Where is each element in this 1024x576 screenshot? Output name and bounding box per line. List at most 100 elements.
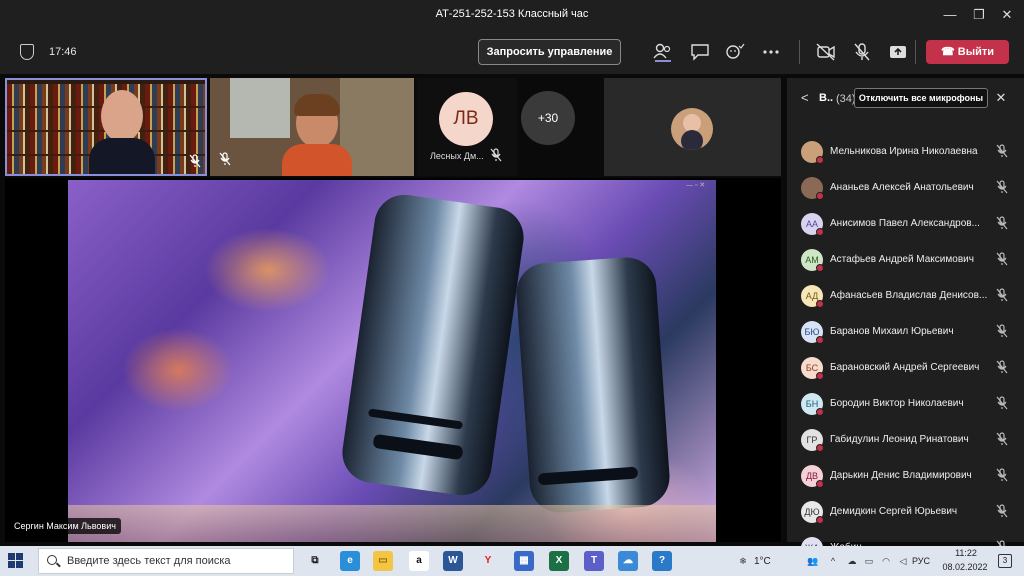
participant-row[interactable]: БС Барановский Андрей Сергеевич	[787, 350, 1024, 386]
video-window-controls[interactable]: — ▫ ✕	[686, 181, 705, 189]
mute-all-button[interactable]: Отключить все микрофоны	[854, 88, 988, 108]
presence-badge	[816, 336, 824, 344]
mic-off-icon[interactable]	[995, 288, 1009, 304]
mic-off-icon[interactable]	[995, 360, 1009, 376]
mic-off-icon[interactable]	[995, 504, 1009, 520]
participant-row[interactable]: ДВ Дарькин Денис Владимирович	[787, 458, 1024, 494]
minimize-button[interactable]: —	[940, 5, 960, 25]
word-icon[interactable]: W	[443, 551, 463, 571]
taskbar-time[interactable]: 11:22	[946, 548, 986, 558]
task-view-icon[interactable]: ⧉	[305, 551, 325, 571]
mic-off-icon[interactable]	[995, 324, 1009, 340]
store-icon[interactable]: ▦	[514, 551, 534, 571]
meeting-clock: 17:46	[49, 46, 77, 58]
weather-temperature[interactable]: 1°C	[754, 556, 771, 567]
mic-off-icon	[217, 152, 233, 168]
start-button[interactable]	[8, 553, 23, 568]
teams-icon[interactable]: T	[584, 551, 604, 571]
mic-off-icon[interactable]	[995, 432, 1009, 448]
mic-off-icon[interactable]	[995, 252, 1009, 268]
input-language[interactable]: РУС	[912, 556, 930, 566]
presenter-name-label: Сергин Максим Львович	[9, 518, 121, 534]
participant-row[interactable]: БН Бородин Виктор Николаевич	[787, 386, 1024, 422]
avatar: ЛВ	[439, 92, 493, 146]
participant-name: Бородин Виктор Николаевич	[830, 398, 964, 409]
leave-button[interactable]: ☎ Выйти	[926, 40, 1009, 64]
network-icon[interactable]: ▭	[862, 554, 876, 568]
participant-name: Габидулин Леонид Ринатович	[830, 434, 969, 445]
edge-icon[interactable]: e	[340, 551, 360, 571]
presence-badge	[816, 480, 824, 488]
shield-icon	[20, 44, 34, 60]
reactions-icon[interactable]	[724, 42, 746, 62]
presence-badge	[816, 264, 824, 272]
participant-row[interactable]: ГР Габидулин Леонид Ринатович	[787, 422, 1024, 458]
mic-off-icon[interactable]	[995, 468, 1009, 484]
participant-name: Лесных Дм...	[430, 151, 484, 161]
presence-badge	[816, 156, 824, 164]
weather-app-icon[interactable]: ☁	[618, 551, 638, 571]
search-placeholder: Введите здесь текст для поиска	[67, 555, 231, 567]
chat-icon[interactable]	[689, 42, 711, 62]
file-explorer-icon[interactable]: ▭	[373, 551, 393, 571]
participant-video	[282, 94, 352, 176]
panel-title: В..	[819, 92, 834, 104]
participant-row[interactable]: АМ Астафьев Андрей Максимович	[787, 242, 1024, 278]
mic-off-icon[interactable]	[851, 42, 873, 62]
participant-row[interactable]: Ананьев Алексей Анатольевич	[787, 170, 1024, 206]
participant-row[interactable]: АД Афанасьев Владислав Денисов...	[787, 278, 1024, 314]
presence-badge	[816, 192, 824, 200]
presence-badge	[816, 228, 824, 236]
wifi-icon[interactable]: ◠	[879, 554, 893, 568]
participant-name: Барановский Андрей Сергеевич	[830, 362, 980, 373]
presence-badge	[816, 408, 824, 416]
request-control-button[interactable]: Запросить управление	[478, 39, 621, 65]
participant-video-tile[interactable]	[210, 78, 414, 176]
participant-video-tile[interactable]	[5, 78, 207, 176]
chevron-up-icon[interactable]: ^	[826, 554, 840, 568]
presence-badge	[816, 372, 824, 380]
yandex-icon[interactable]: Y	[478, 551, 498, 571]
shared-video	[68, 180, 716, 542]
mic-off-icon	[488, 148, 504, 164]
close-panel-button[interactable]: ✕	[993, 88, 1009, 108]
maximize-button[interactable]: ❐	[969, 5, 989, 25]
more-participants-button[interactable]: +30	[521, 91, 575, 145]
search-icon	[47, 555, 57, 565]
participant-row[interactable]: ДЮ Демидкин Сергей Юрьевич	[787, 494, 1024, 530]
presence-badge	[816, 444, 824, 452]
participant-name: Астафьев Андрей Максимович	[830, 254, 974, 265]
taskbar-date[interactable]: 08.02.2022	[938, 562, 992, 572]
participant-row[interactable]: Мельникова Ирина Николаевна	[787, 134, 1024, 170]
amazon-icon[interactable]: a	[409, 551, 429, 571]
participant-name: Мельникова Ирина Николаевна	[830, 146, 978, 157]
participant-count: (34)	[836, 93, 856, 105]
close-window-button[interactable]: ✕	[997, 5, 1017, 25]
cloud-icon[interactable]: ☁	[845, 554, 859, 568]
participant-name: Баранов Михаил Юрьевич	[830, 326, 954, 337]
help-icon[interactable]: ?	[652, 551, 672, 571]
camera-off-icon[interactable]	[815, 42, 837, 62]
weather-icon[interactable]: ❄	[736, 554, 750, 568]
participant-row[interactable]: АА Анисимов Павел Александров...	[787, 206, 1024, 242]
mic-off-icon[interactable]	[995, 144, 1009, 160]
toolbar-divider	[799, 40, 800, 64]
participant-row[interactable]: БЮ Баранов Михаил Юрьевич	[787, 314, 1024, 350]
more-icon[interactable]	[760, 42, 782, 62]
presence-badge	[816, 516, 824, 524]
avatar	[671, 108, 713, 150]
people-icon[interactable]	[652, 42, 674, 62]
notifications-button[interactable]: 3	[998, 554, 1012, 568]
excel-icon[interactable]: X	[549, 551, 569, 571]
volume-icon[interactable]: ◁	[896, 554, 910, 568]
mic-off-icon[interactable]	[995, 396, 1009, 412]
presence-badge	[816, 300, 824, 308]
mic-off-icon[interactable]	[995, 216, 1009, 232]
mic-off-icon[interactable]	[995, 180, 1009, 196]
participant-name: Анисимов Павел Александров...	[830, 218, 980, 229]
mic-off-icon	[187, 154, 203, 170]
share-icon[interactable]	[887, 42, 909, 62]
phone-icon: ☎	[940, 46, 958, 58]
back-button[interactable]: <	[801, 90, 809, 105]
people-icon[interactable]: 👥	[806, 554, 820, 568]
